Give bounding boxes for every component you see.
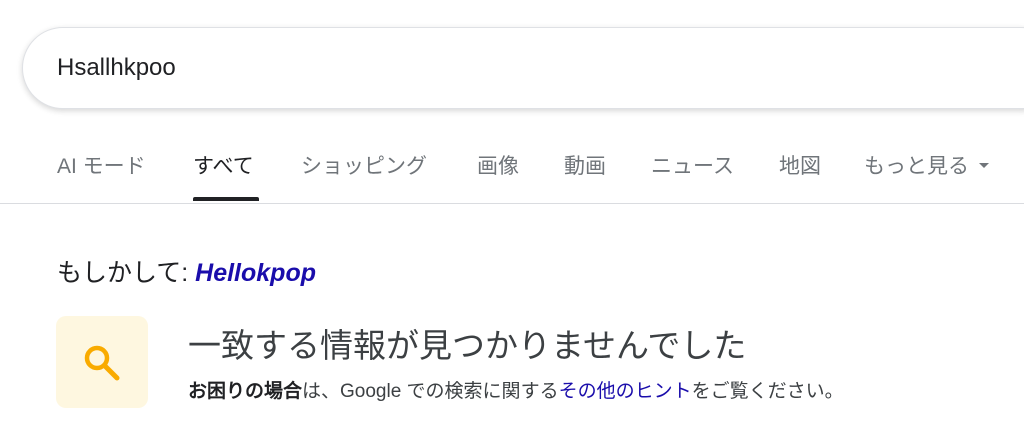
search-icon: [84, 345, 120, 381]
tab-more-label: もっと見る: [864, 155, 969, 178]
search-box[interactable]: [22, 27, 1024, 109]
did-you-mean-prefix: もしかして:: [57, 259, 196, 287]
tab-videos[interactable]: 動画: [564, 150, 606, 180]
no-results-icon-tile: [56, 316, 148, 408]
search-results-page: AI モード すべて ショッピング 画像 動画 ニュース 地図 もっと見る もし…: [0, 0, 1024, 422]
tab-all[interactable]: すべて: [193, 150, 254, 180]
active-tab-indicator: [193, 197, 259, 201]
no-results-desc-text-end: をご覧ください。: [691, 381, 844, 402]
tab-ai-mode[interactable]: AI モード: [57, 150, 146, 180]
did-you-mean-suggestion-link[interactable]: Hellokpop: [195, 259, 316, 287]
search-tabs: AI モード すべて ショッピング 画像 動画 ニュース 地図 もっと見る: [0, 140, 1024, 204]
search-input[interactable]: [57, 48, 757, 88]
more-tips-link[interactable]: その他のヒント: [559, 381, 692, 402]
no-results-title: 一致する情報が見つかりませんでした: [188, 327, 747, 364]
no-results-description: お困りの場合は、Google での検索に関するその他のヒントをご覧ください。: [188, 376, 844, 403]
did-you-mean: もしかして: Hellokpop: [57, 253, 316, 289]
tab-shopping[interactable]: ショッピング: [301, 150, 427, 180]
tab-news[interactable]: ニュース: [651, 150, 734, 180]
tab-more[interactable]: もっと見る: [864, 150, 989, 180]
caret-down-icon: [979, 162, 989, 168]
no-results-desc-bold: お困りの場合: [188, 381, 303, 402]
tab-maps[interactable]: 地図: [779, 150, 821, 180]
no-results-desc-text: は、Google での検索に関する: [302, 381, 559, 402]
tab-images[interactable]: 画像: [477, 150, 519, 180]
